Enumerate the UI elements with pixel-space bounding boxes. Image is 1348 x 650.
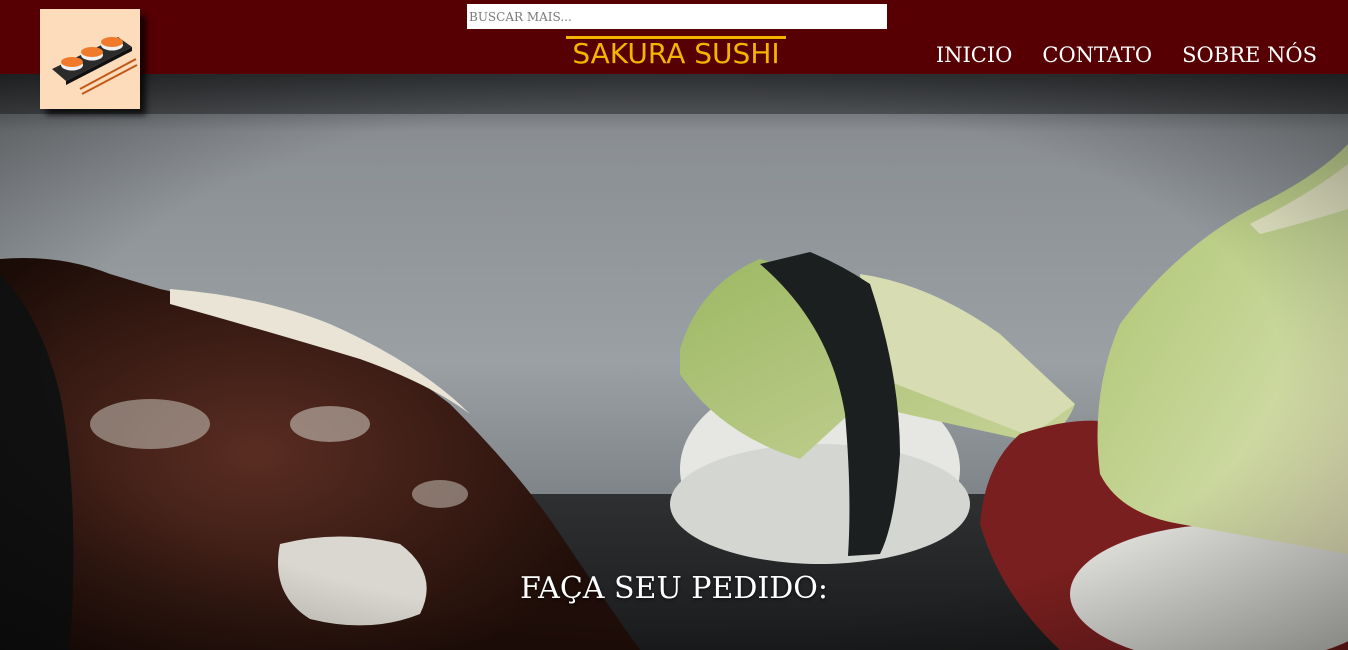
search-input[interactable] [467, 4, 887, 29]
nav-link-contato[interactable]: CONTATO [1042, 42, 1152, 68]
main-nav: INICIO CONTATO SOBRE NÓS [936, 42, 1317, 68]
brand-title[interactable]: SAKURA SUSHI [566, 36, 786, 68]
top-bar: SAKURA SUSHI INICIO CONTATO SOBRE NÓS [0, 0, 1348, 74]
sushi-photo [0, 74, 1348, 650]
order-heading: FAÇA SEU PEDIDO: [519, 571, 829, 606]
sushi-tray-icon [52, 37, 138, 95]
nav-link-inicio[interactable]: INICIO [936, 42, 1013, 68]
hero-banner: FAÇA SEU PEDIDO: [0, 74, 1348, 650]
logo[interactable] [40, 9, 140, 109]
nav-link-sobre-nos[interactable]: SOBRE NÓS [1182, 42, 1317, 68]
